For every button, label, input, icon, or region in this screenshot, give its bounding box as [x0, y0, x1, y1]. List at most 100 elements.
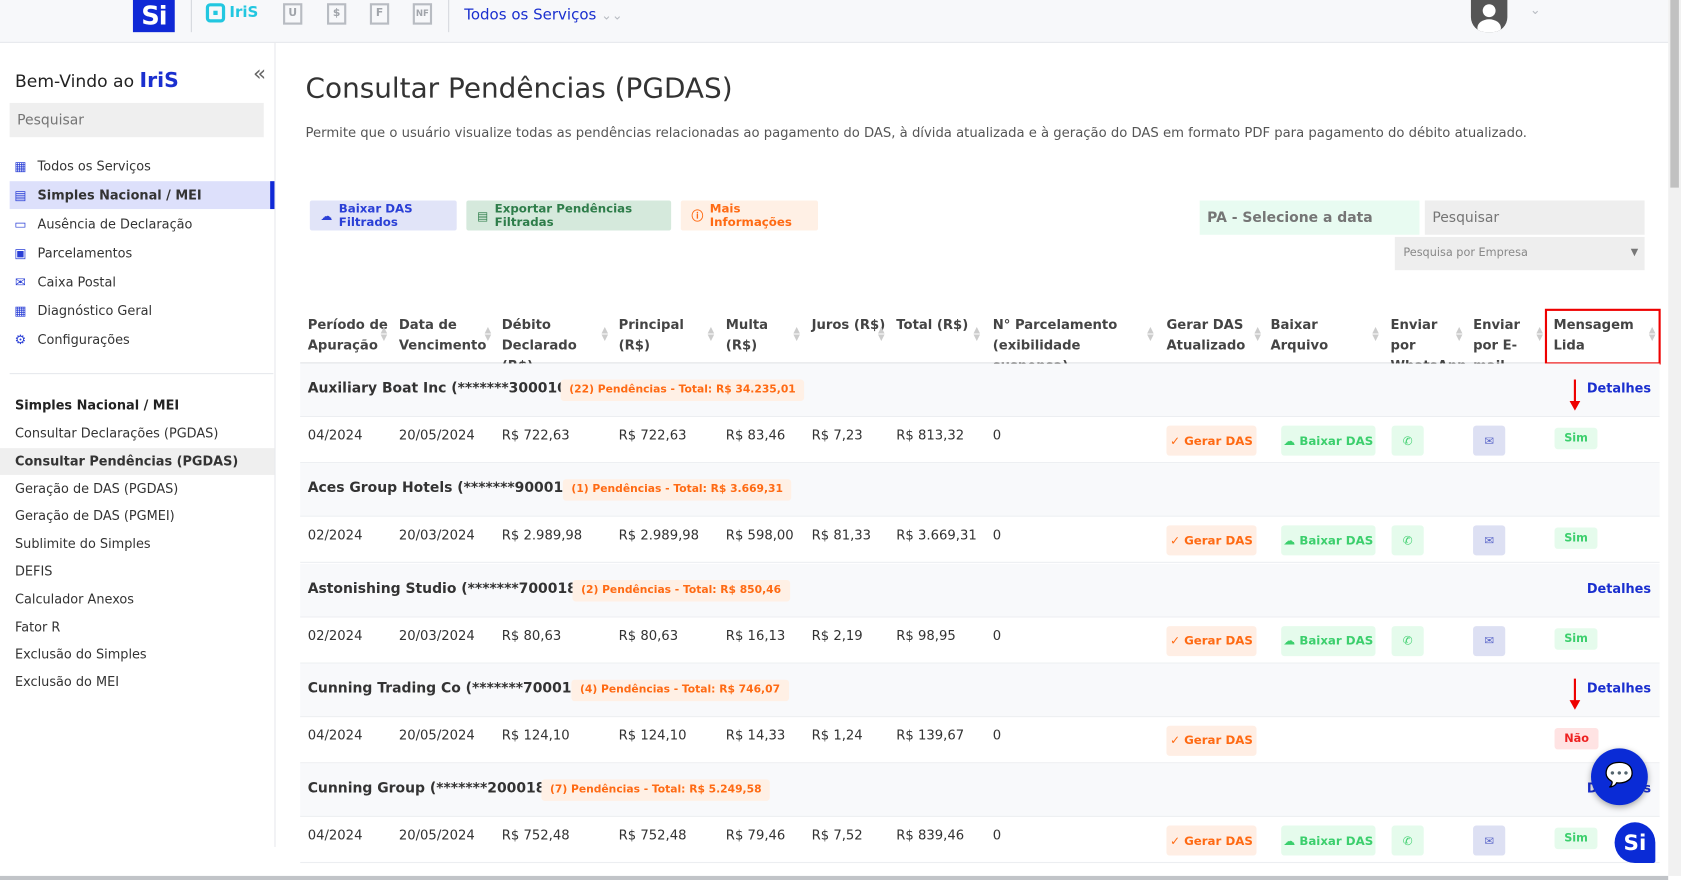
chat-button[interactable]: 💬 [1591, 748, 1648, 805]
email-button[interactable]: ✉ [1473, 826, 1505, 856]
column-header[interactable]: Principal (R$) [619, 315, 715, 356]
sidebar-item-3[interactable]: ▣Parcelamentos [10, 239, 274, 267]
more-info-button[interactable]: ⓘMais Informações [681, 200, 818, 230]
cell: R$ 80,63 [502, 628, 561, 643]
column-header[interactable]: Juros (R$) [812, 315, 887, 335]
sort-icon[interactable]: ▲▼ [1254, 326, 1261, 341]
generate-das-button[interactable]: ✓ Gerar DAS [1166, 726, 1256, 756]
app-finance-icon[interactable]: $ [327, 3, 346, 24]
app-spreadsheet-icon[interactable]: F [370, 3, 389, 24]
sub-item-3[interactable]: Geração de DAS (PGMEI) [0, 503, 274, 530]
download-das-button[interactable]: ☁ Baixar DAS [1281, 526, 1375, 556]
sub-item-7[interactable]: Fator R [0, 614, 274, 641]
sort-icon[interactable]: ▲▼ [1536, 326, 1543, 341]
sort-icon[interactable]: ▲▼ [1147, 326, 1154, 341]
services-dropdown[interactable]: Todos os Serviços ⌄⌄ [464, 6, 622, 23]
whatsapp-button[interactable]: ✆ [1392, 526, 1424, 556]
avatar[interactable] [1471, 0, 1507, 32]
download-das-button[interactable]: ☁ Baixar DAS [1281, 626, 1375, 656]
column-header[interactable]: Total (R$) [896, 315, 982, 335]
sidebar-item-2[interactable]: ▭Ausência de Declaração [10, 210, 274, 238]
cell: 20/05/2024 [399, 828, 475, 843]
message-read-badge: Sim [1555, 528, 1598, 549]
si-support-button[interactable]: Si [1615, 822, 1656, 863]
whatsapp-button[interactable]: ✆ [1392, 426, 1424, 456]
generate-das-button[interactable]: ✓ Gerar DAS [1166, 526, 1256, 556]
sub-item-9[interactable]: Exclusão do MEI [0, 669, 274, 696]
cell: 04/2024 [308, 728, 363, 743]
whatsapp-button[interactable]: ✆ [1392, 626, 1424, 656]
sidebar-item-1[interactable]: ▤Simples Nacional / MEI [10, 181, 275, 209]
whatsapp-icon: ✆ [1403, 534, 1413, 548]
sort-icon[interactable]: ▲▼ [1456, 326, 1463, 341]
installments-icon: ▣ [13, 246, 28, 260]
column-header[interactable]: Multa (R$) [726, 315, 801, 356]
sub-item-6[interactable]: Calculador Anexos [0, 586, 274, 613]
download-das-button[interactable]: ☁ Baixar DAS [1281, 826, 1375, 856]
divider [191, 0, 192, 32]
column-header[interactable]: Baixar Arquivo [1270, 315, 1379, 356]
company-name: Cunning Group (*******2000184) [308, 781, 562, 797]
sidebar-item-5[interactable]: ▦Diagnóstico Geral [10, 297, 274, 325]
collapse-sidebar-icon[interactable]: « [253, 60, 266, 86]
sidebar-search-input[interactable] [10, 103, 264, 137]
vertical-scrollbar[interactable] [1668, 0, 1681, 876]
sort-icon[interactable]: ▲▼ [793, 326, 800, 341]
whatsapp-button[interactable]: ✆ [1392, 826, 1424, 856]
cell: R$ 7,23 [812, 428, 863, 443]
company-select[interactable]: Pesquisa por Empresa▼ [1395, 237, 1645, 270]
search-input[interactable] [1425, 200, 1645, 234]
caret-down-icon: ▼ [1631, 237, 1638, 270]
iris-label: IriS [229, 4, 258, 21]
sidebar-item-6[interactable]: ⚙Configurações [10, 326, 274, 354]
cell: R$ 2.989,98 [619, 528, 699, 543]
sub-item-8[interactable]: Exclusão do Simples [0, 642, 274, 669]
details-link[interactable]: Detalhes [1587, 581, 1651, 596]
whatsapp-icon: ✆ [1403, 434, 1413, 448]
sort-icon[interactable]: ▲▼ [485, 326, 492, 341]
pa-date-input[interactable] [1200, 200, 1420, 234]
sort-icon[interactable]: ▲▼ [381, 326, 388, 341]
column-header[interactable]: Período de Apuração [308, 315, 388, 356]
sub-item-1[interactable]: Consultar Pendências (PGDAS) [0, 448, 274, 475]
sidebar-item-4[interactable]: ✉Caixa Postal [10, 268, 274, 296]
sub-item-5[interactable]: DEFIS [0, 559, 274, 586]
message-read-badge: Sim [1555, 428, 1598, 449]
cloud-download-icon: ☁ [1283, 834, 1299, 848]
email-button[interactable]: ✉ [1473, 526, 1505, 556]
column-header[interactable]: Gerar DAS Atualizado [1166, 315, 1259, 356]
sub-item-4[interactable]: Sublimite do Simples [0, 531, 274, 558]
sidebar-item-0[interactable]: ▦Todos os Serviços [10, 152, 274, 180]
cell: R$ 139,67 [896, 728, 964, 743]
app-nf-icon[interactable]: NF [413, 3, 432, 24]
column-header[interactable]: Data de Vencimento [399, 315, 491, 356]
sub-item-2[interactable]: Geração de DAS (PGDAS) [0, 476, 274, 503]
cell: R$ 79,46 [726, 828, 785, 843]
cell: 04/2024 [308, 428, 363, 443]
sort-icon[interactable]: ▲▼ [973, 326, 980, 341]
horizontal-scrollbar[interactable] [0, 876, 1668, 880]
export-pendencies-button[interactable]: ▤Exportar Pendências Filtradas [466, 200, 671, 230]
sort-icon[interactable]: ▲▼ [1372, 326, 1379, 341]
sub-item-0[interactable]: Consultar Declarações (PGDAS) [0, 420, 274, 447]
details-link[interactable]: Detalhes [1587, 681, 1651, 696]
divider [10, 373, 274, 374]
details-link[interactable]: Detalhes [1587, 381, 1651, 396]
generate-das-button[interactable]: ✓ Gerar DAS [1166, 626, 1256, 656]
si-logo[interactable]: Si [133, 0, 175, 32]
download-filtered-das-button[interactable]: ☁Baixar DAS Filtrados [310, 200, 457, 230]
email-button[interactable]: ✉ [1473, 426, 1505, 456]
cell: R$ 124,10 [619, 728, 687, 743]
company-group-row: Astonishing Studio (*******7000180)(2) P… [300, 563, 1659, 617]
iris-app-link[interactable]: IriS [206, 3, 259, 22]
sort-icon[interactable]: ▲▼ [601, 326, 608, 341]
app-u-icon[interactable]: U [283, 3, 302, 24]
download-das-button[interactable]: ☁ Baixar DAS [1281, 426, 1375, 456]
sort-icon[interactable]: ▲▼ [878, 326, 885, 341]
pendencies-badge: (2) Pendências - Total: R$ 850,46 [573, 580, 790, 601]
generate-das-button[interactable]: ✓ Gerar DAS [1166, 426, 1256, 456]
sort-icon[interactable]: ▲▼ [708, 326, 715, 341]
email-button[interactable]: ✉ [1473, 626, 1505, 656]
chevron-down-icon[interactable]: ⌄ [1530, 2, 1541, 17]
generate-das-button[interactable]: ✓ Gerar DAS [1166, 826, 1256, 856]
